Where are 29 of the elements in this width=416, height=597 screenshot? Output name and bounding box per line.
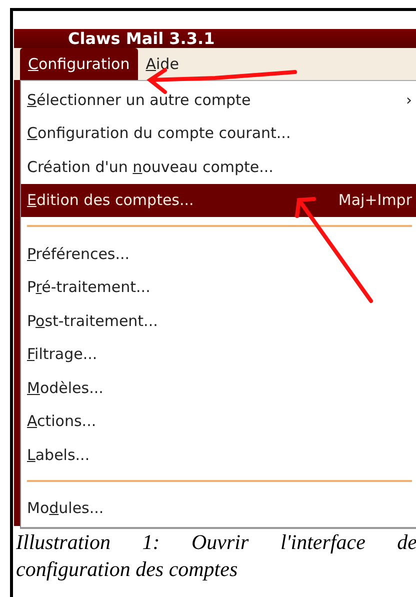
- window-title: Claws Mail 3.3.1: [14, 29, 416, 48]
- menu-title[interactable]: Configuration: [20, 48, 138, 80]
- menu-item[interactable]: Configuration du compte courant...: [21, 116, 416, 150]
- menu-item[interactable]: Modules...: [21, 492, 416, 525]
- menu-item[interactable]: Edition des comptes... Maj+Impr: [21, 184, 416, 217]
- menu-item[interactable]: Création d'un nouveau compte...: [21, 150, 416, 184]
- menu-item[interactable]: Pré-traitement...: [21, 270, 416, 304]
- menu-item[interactable]: Actions...: [21, 404, 416, 438]
- menu-item-label: Modèles...: [27, 378, 104, 397]
- menu-item-label: Edition des comptes...: [27, 191, 194, 210]
- menu-item-label: Actions...: [27, 412, 96, 430]
- shortcut-label: Maj+Impr: [338, 191, 412, 210]
- menu-item[interactable]: Filtrage...: [21, 338, 416, 371]
- menu-item-label: Pré-traitement...: [27, 278, 150, 296]
- menu-item[interactable]: Modèles...: [21, 371, 416, 404]
- menu-item[interactable]: Sélectionner un autre compte ›: [21, 83, 416, 116]
- submenu-arrow: ›: [406, 90, 412, 109]
- menu-item[interactable]: Post-traitement...: [21, 304, 416, 338]
- menu-item-label: Création d'un nouveau compte...: [27, 158, 274, 176]
- menu-item-label: Préférences...: [27, 244, 130, 263]
- menu-item-label: Modules...: [27, 499, 104, 518]
- menu-item-label: Sélectionner un autre compte: [27, 90, 251, 109]
- menu-item-label: Filtrage...: [27, 345, 98, 364]
- menu-title[interactable]: Aide: [138, 48, 187, 80]
- menu-item[interactable]: Préférences...: [21, 237, 416, 270]
- menu-item-label: Labels...: [27, 446, 90, 464]
- menu-item-label: Post-traitement...: [27, 312, 158, 330]
- menu-item-label: Configuration du compte courant...: [27, 124, 291, 142]
- menu-item[interactable]: Labels...: [21, 438, 416, 472]
